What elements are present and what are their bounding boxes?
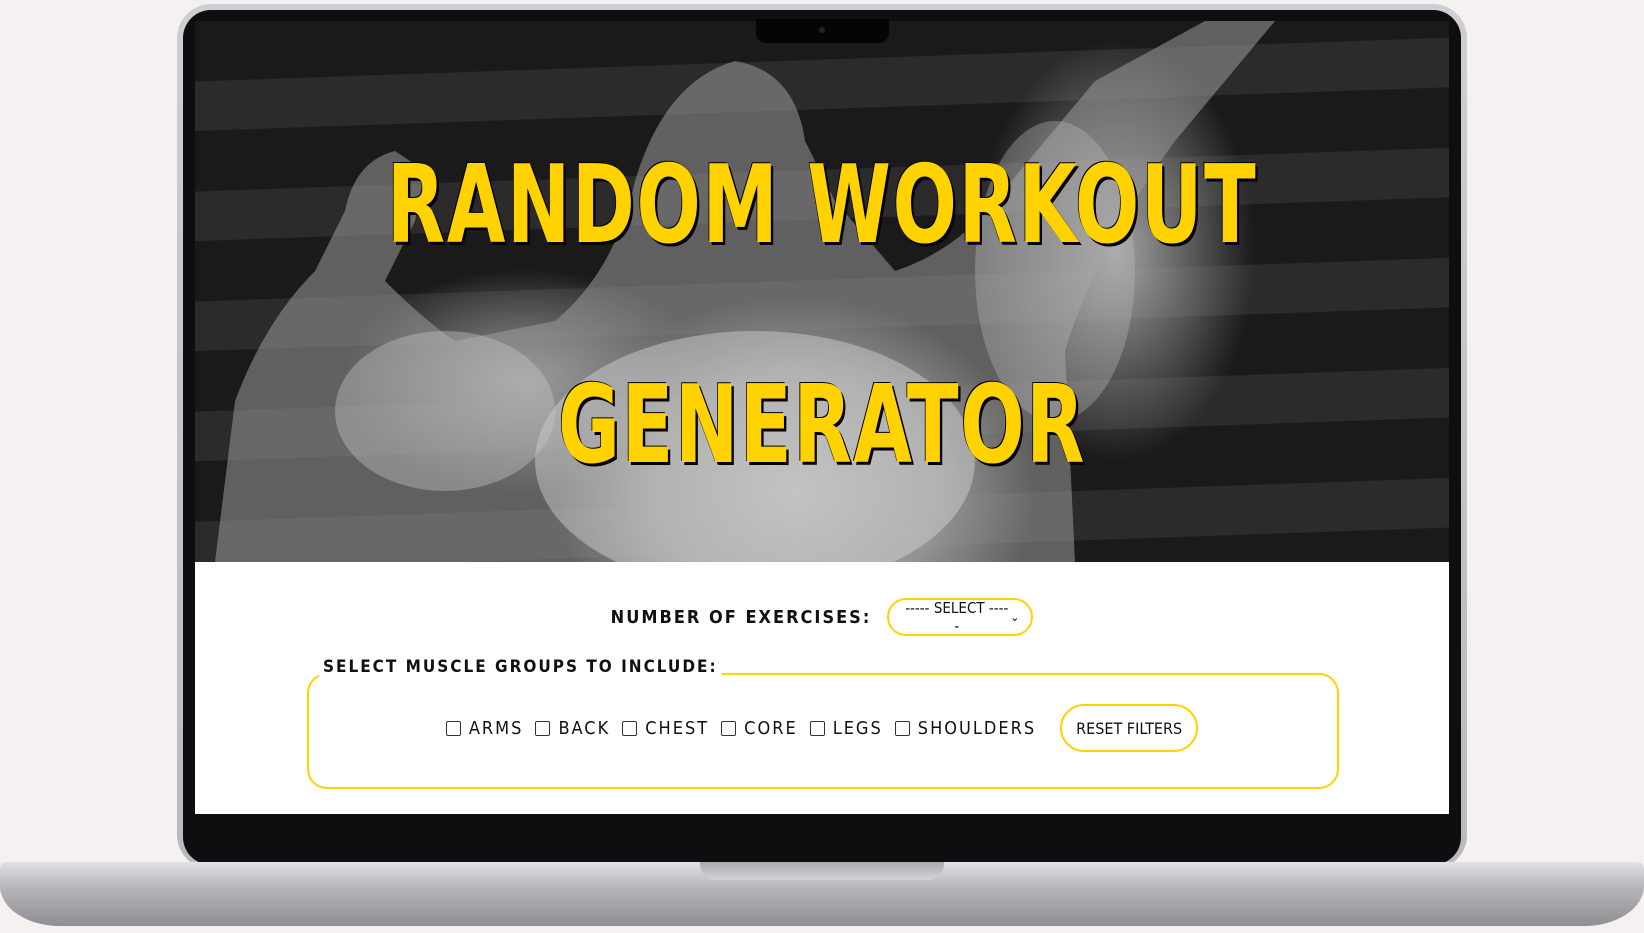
exercise-count-row: NUMBER OF EXERCISES: ----- SELECT ----- … <box>195 598 1449 636</box>
reset-filters-button[interactable]: RESET FILTERS <box>1060 704 1199 752</box>
checkbox-box[interactable] <box>622 720 638 736</box>
hero-banner: RANDOM WORKOUT GENERATOR <box>195 21 1449 562</box>
exercise-count-select[interactable]: ----- SELECT ----- ⌄ <box>887 598 1034 636</box>
title-line-1: RANDOM WORKOUT <box>386 143 1258 268</box>
checkbox-label: CHEST <box>645 717 710 739</box>
checkbox-label: CORE <box>744 717 798 739</box>
screen: RANDOM WORKOUT GENERATOR NUMBER OF EXERC… <box>195 21 1449 814</box>
checkbox-legs[interactable]: LEGS <box>809 717 883 739</box>
checkbox-label: LEGS <box>832 717 883 739</box>
checkbox-box[interactable] <box>535 720 551 736</box>
checkbox-back[interactable]: BACK <box>535 718 610 739</box>
filter-panel: NUMBER OF EXERCISES: ----- SELECT ----- … <box>195 562 1449 814</box>
checkbox-box[interactable] <box>445 720 461 736</box>
title-line-2: GENERATOR <box>557 363 1087 488</box>
checkbox-label: BACK <box>558 717 611 739</box>
camera-icon <box>819 27 825 33</box>
checkbox-box[interactable] <box>809 720 825 736</box>
exercises-label: NUMBER OF EXERCISES: <box>610 606 872 628</box>
page-title: RANDOM WORKOUT GENERATOR <box>333 96 1311 536</box>
muscle-groups-options: ARMS BACK CHEST CORE LEGS SHOULDERS RESE… <box>195 704 1449 752</box>
muscle-groups-legend: SELECT MUSCLE GROUPS TO INCLUDE: <box>319 657 722 677</box>
checkbox-arms[interactable]: ARMS <box>445 717 524 739</box>
select-value: ----- SELECT ----- <box>905 599 1009 635</box>
checkbox-shoulders[interactable]: SHOULDERS <box>894 717 1037 739</box>
checkbox-chest[interactable]: CHEST <box>622 718 709 739</box>
checkbox-label: SHOULDERS <box>917 717 1037 739</box>
checkbox-box[interactable] <box>721 720 737 736</box>
chevron-down-icon: ⌄ <box>1010 610 1020 624</box>
laptop-opening-lip <box>700 862 944 880</box>
checkbox-box[interactable] <box>894 720 910 736</box>
checkbox-label: ARMS <box>468 717 524 739</box>
checkbox-core[interactable]: CORE <box>721 718 798 739</box>
